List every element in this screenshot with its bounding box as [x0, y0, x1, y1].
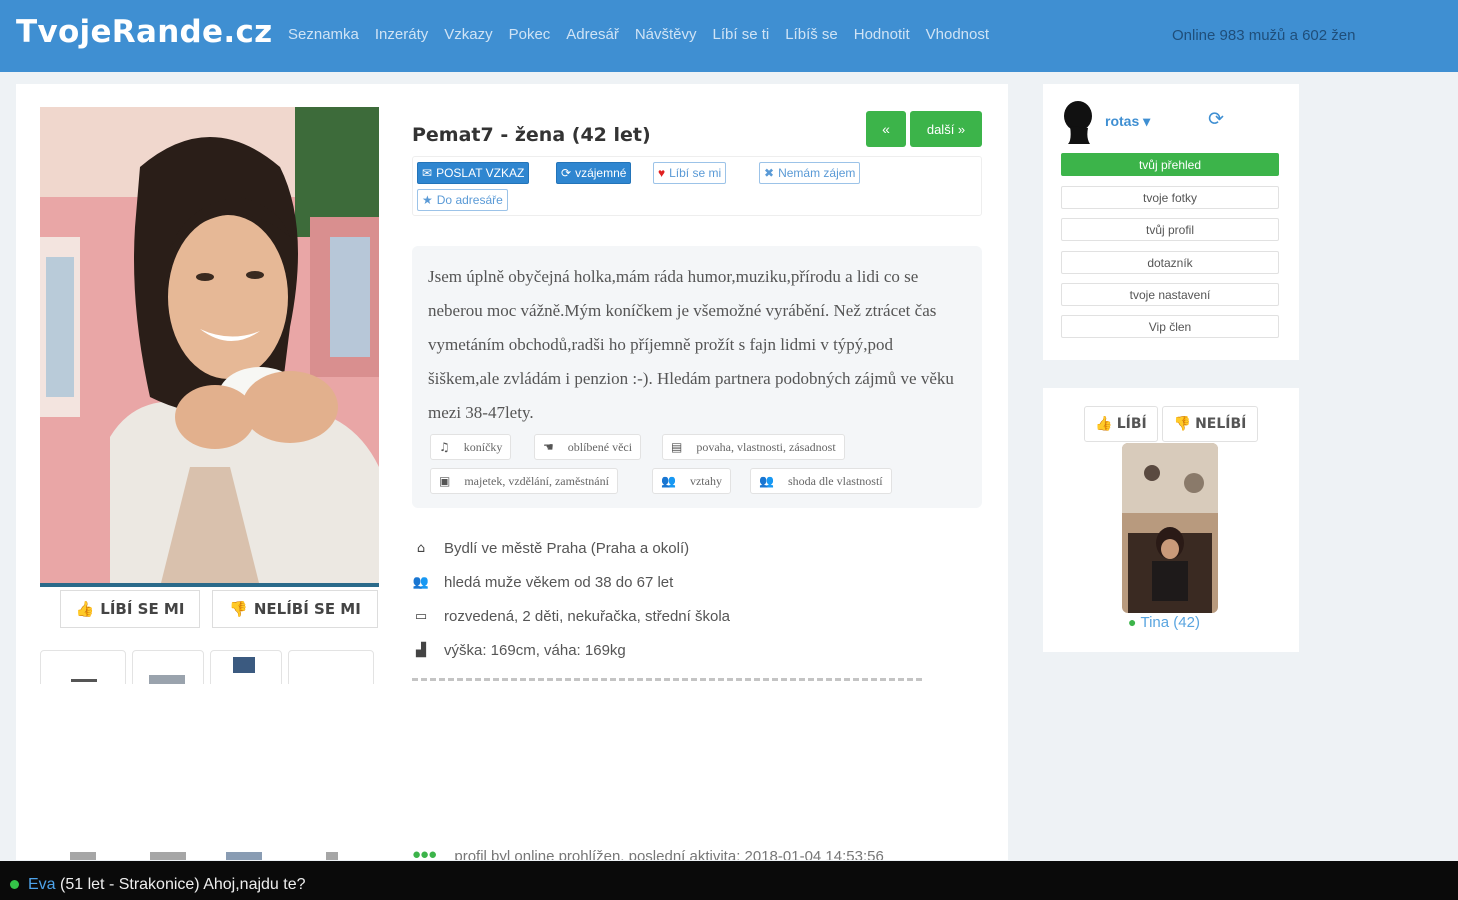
menu-questionnaire[interactable]: dotazník — [1061, 251, 1279, 274]
profile-photo[interactable] — [40, 107, 379, 587]
thumb-down-icon: 👎 — [229, 600, 248, 618]
photo-thumbnail[interactable] — [132, 650, 204, 684]
main-nav: Seznamka Inzeráty Vzkazy Pokec Adresář N… — [288, 26, 989, 43]
prev-profile-button[interactable]: « — [866, 111, 906, 147]
book-icon: ▤ — [671, 440, 683, 454]
thumb-up-icon: 👍 — [75, 600, 95, 618]
chat-text: (51 let - Strakonice) Ahoj,najdu te? — [55, 876, 306, 893]
envelope-icon: ✉ — [422, 166, 433, 180]
tag-relationships[interactable]: 👥 vztahy — [652, 468, 731, 494]
like-label: LÍBÍ SE MI — [100, 600, 185, 618]
nav-item-seznamka[interactable]: Seznamka — [288, 26, 359, 43]
match-dislike-button[interactable]: 👎 NELÍBÍ — [1162, 406, 1258, 442]
avatar[interactable] — [1062, 100, 1096, 144]
mutual-button[interactable]: ⟳ vzájemné — [556, 162, 632, 184]
dislike-label: NELÍBÍ SE MI — [253, 600, 361, 618]
info-row-cut — [412, 676, 924, 684]
send-message-label: POSLAT VZKAZ — [436, 166, 525, 180]
about-text: Jsem úplně obyčejná holka,mám ráda humor… — [428, 267, 954, 422]
nav-item-hodnotit[interactable]: Hodnotit — [854, 26, 910, 43]
thumb-up-icon: 👍 — [1095, 416, 1113, 432]
online-count: Online 983 mužů a 602 žen — [1172, 27, 1356, 44]
users-icon: 👥 — [661, 474, 676, 488]
online-dot-icon: ● — [1128, 614, 1137, 630]
nav-item-inzeraty[interactable]: Inzeráty — [375, 26, 428, 43]
tag-favourites[interactable]: ☚ oblíbené věci — [534, 434, 642, 460]
thumb-down-icon: 👎 — [1173, 416, 1192, 432]
info-looking-for: 👥 hledá muže věkem od 38 do 67 let — [412, 574, 674, 591]
menu-settings[interactable]: tvoje nastavení — [1061, 283, 1279, 306]
nav-item-navstevy[interactable]: Návštěvy — [635, 26, 697, 43]
hand-icon: ☚ — [543, 440, 554, 454]
menu-vip[interactable]: Vip člen — [1061, 315, 1279, 338]
add-to-addressbook-button[interactable]: ★ Do adresáře — [417, 189, 508, 211]
nav-item-libis-se[interactable]: Líbíš se — [785, 26, 838, 43]
no-interest-button[interactable]: ✖ Nemám zájem — [759, 162, 861, 184]
top-navbar: TvojeRande.cz Seznamka Inzeráty Vzkazy P… — [0, 0, 1458, 72]
last-online: ●●● profil byl online prohlížen, posledn… — [412, 846, 932, 860]
menu-overview[interactable]: tvůj přehled — [1061, 153, 1279, 176]
briefcase-icon: ▣ — [439, 474, 451, 488]
info-body: ▟ výška: 169cm, váha: 169kg — [412, 642, 626, 659]
tag-hobbies[interactable]: ♫ koníčky — [430, 434, 512, 460]
photo-thumbnail[interactable] — [210, 650, 282, 684]
info-city: ⌂ Bydlí ve městě Praha (Praha a okolí) — [412, 540, 689, 557]
chat-message[interactable]: Eva (51 let - Strakonice) Ahoj,najdu te? — [28, 876, 306, 894]
nav-item-pokec[interactable]: Pokec — [509, 26, 551, 43]
photo-thumbnails-bottom — [40, 852, 380, 860]
home-icon: ⌂ — [416, 541, 426, 556]
no-interest-label: Nemám zájem — [778, 166, 856, 180]
profile-title: Pemat7 - žena (42 let) — [412, 124, 651, 146]
online-dot-icon — [10, 880, 19, 889]
close-icon: ✖ — [764, 166, 775, 180]
site-logo[interactable]: TvojeRande.cz — [16, 14, 272, 50]
tag-match[interactable]: 👥 shoda dle vlastností — [750, 468, 892, 494]
bar-chart-icon: ▟ — [416, 643, 426, 658]
profile-card-lower — [16, 684, 1008, 860]
menu-photos[interactable]: tvoje fotky — [1061, 186, 1279, 209]
refresh-icon: ⟳ — [561, 166, 572, 180]
match-name-link[interactable]: ● Tina (42) — [1128, 614, 1200, 631]
photo-thumbnails — [40, 650, 380, 684]
photo-thumbnail[interactable] — [288, 650, 374, 684]
menu-profile[interactable]: tvůj profil — [1061, 218, 1279, 241]
match-like-button[interactable]: 👍 LÍBÍ — [1084, 406, 1158, 442]
online-status-icon: ●●● — [412, 846, 437, 860]
mutual-label: vzájemné — [575, 166, 627, 180]
nav-item-adresar[interactable]: Adresář — [566, 26, 619, 43]
nav-item-vhodnost[interactable]: Vhodnost — [926, 26, 989, 43]
next-profile-button[interactable]: další » — [910, 111, 982, 147]
tag-personality[interactable]: ▤ povaha, vlastnosti, zásadnost — [662, 434, 845, 460]
like-action-label: Líbí se mi — [669, 166, 722, 180]
users-icon: 👥 — [759, 474, 774, 488]
star-icon: ★ — [422, 193, 433, 207]
like-button[interactable]: 👍 LÍBÍ SE MI — [60, 590, 200, 628]
photo-thumbnail[interactable] — [40, 650, 126, 684]
music-icon: ♫ — [439, 440, 450, 454]
like-action-button[interactable]: ♥ Líbí se mi — [653, 162, 727, 184]
match-photo[interactable] — [1122, 443, 1218, 613]
info-status: ▭ rozvedená, 2 děti, nekuřačka, střední … — [412, 608, 730, 625]
dislike-button[interactable]: 👎 NELÍBÍ SE MI — [212, 590, 378, 628]
calendar-icon: ▭ — [414, 609, 428, 624]
tag-property[interactable]: ▣ majetek, vzdělání, zaměstnání — [430, 468, 618, 494]
username-dropdown[interactable]: rotas ▾ — [1105, 113, 1150, 130]
chat-sender: Eva — [28, 876, 56, 893]
add-to-addressbook-label: Do adresáře — [436, 193, 503, 207]
refresh-icon[interactable]: ⟳ — [1208, 108, 1224, 130]
nav-item-libi-se-ti[interactable]: Líbí se ti — [713, 26, 770, 43]
nav-item-vzkazy[interactable]: Vzkazy — [444, 26, 492, 43]
users-icon: 👥 — [412, 575, 430, 590]
send-message-button[interactable]: ✉ POSLAT VZKAZ — [417, 162, 530, 184]
heart-icon: ♥ — [658, 166, 666, 180]
